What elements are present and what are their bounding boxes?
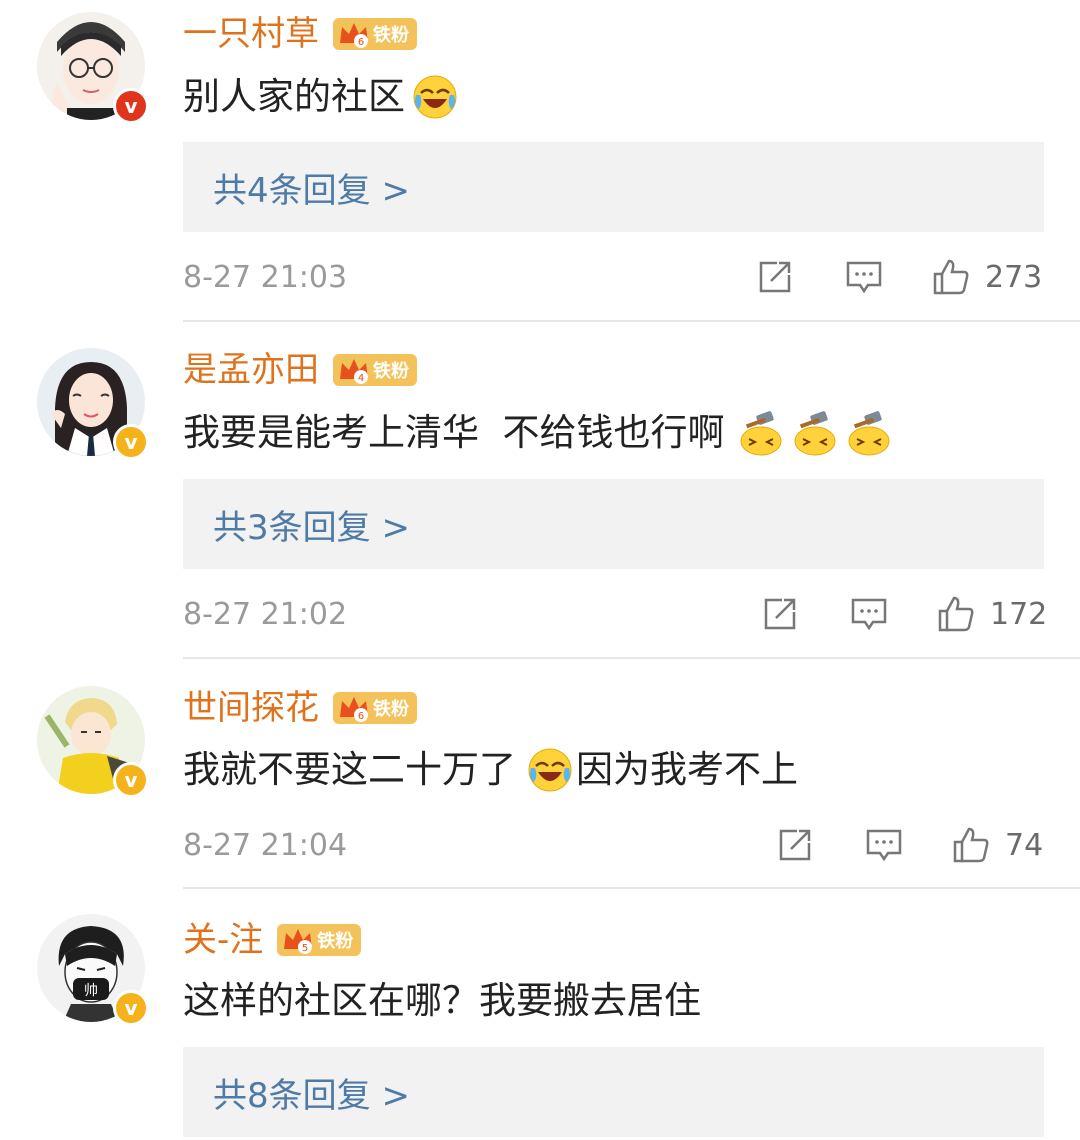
laugh-cry-emoji: [528, 748, 572, 792]
replies-box[interactable]: 共8条回复 >: [183, 1047, 1044, 1137]
hammer-emoji: [740, 411, 782, 456]
replies-box[interactable]: 共4条回复 >: [183, 142, 1044, 232]
divider: [183, 887, 1080, 889]
like-count: 273: [985, 259, 1043, 295]
crown-icon: 6: [340, 697, 368, 722]
comment-icon: [851, 598, 887, 631]
timestamp: 8-27 21:04: [183, 828, 348, 863]
verified-badge-icon: v: [113, 990, 149, 1026]
fan-badge: 6 铁粉: [333, 18, 417, 50]
comment-meta: 8-27 21:04 74: [183, 820, 1044, 870]
fan-badge-label: 铁粉: [317, 931, 354, 952]
fan-badge: 5 铁粉: [277, 924, 362, 956]
share-icon: [759, 261, 791, 293]
comment-text: 别人家的社区: [183, 72, 459, 122]
comment-icon: [866, 829, 902, 862]
crown-icon: 6: [340, 23, 368, 48]
like-button[interactable]: 172: [936, 589, 1047, 639]
crown-icon: 5: [284, 929, 313, 954]
avatar[interactable]: v: [37, 686, 149, 798]
avatar[interactable]: 帅 v: [37, 914, 149, 1026]
like-button[interactable]: 74: [951, 820, 1043, 870]
comment-button[interactable]: [844, 252, 884, 302]
username[interactable]: 一只村草: [183, 12, 319, 56]
username[interactable]: 关-注: [183, 918, 263, 962]
laugh-cry-emoji: [413, 75, 457, 119]
thumbs-up-icon: [933, 259, 969, 295]
comment-icon: [846, 261, 882, 294]
comment-text: 这样的社区在哪？我要搬去居住: [183, 976, 701, 1026]
share-icon: [764, 598, 796, 630]
fan-badge: 6 铁粉: [333, 692, 417, 724]
verified-badge-icon: v: [113, 762, 149, 798]
share-button[interactable]: [775, 820, 815, 870]
comment-text-trailing: 因为我考不上: [576, 748, 798, 791]
comment-text-body: 我就不要这二十万了: [183, 748, 516, 791]
timestamp: 8-27 21:03: [183, 260, 348, 295]
like-button[interactable]: 273: [931, 252, 1042, 302]
hammer-emoji: [848, 411, 890, 456]
fan-level: 6: [358, 711, 364, 722]
view-replies-link[interactable]: 共4条回复 >: [213, 163, 410, 212]
comment-text-body: 我要是能考上清华 不给钱也行啊: [183, 411, 725, 454]
divider: [183, 320, 1080, 322]
comment-text: 我要是能考上清华 不给钱也行啊: [183, 408, 893, 458]
verified-badge-icon: v: [113, 424, 149, 460]
comment-text-body: 这样的社区在哪？我要搬去居住: [183, 979, 701, 1022]
fan-badge-label: 铁粉: [373, 25, 409, 46]
username[interactable]: 是孟亦田: [183, 348, 319, 392]
crown-icon: 4: [340, 359, 368, 384]
avatar[interactable]: v: [37, 12, 149, 124]
comment-button[interactable]: [849, 589, 889, 639]
fan-badge: 4 铁粉: [333, 354, 417, 386]
share-icon: [779, 829, 811, 861]
view-replies-link[interactable]: 共3条回复 >: [213, 500, 410, 549]
avatar[interactable]: v: [37, 348, 149, 460]
comment-text-body: 别人家的社区: [183, 75, 405, 118]
divider: [183, 657, 1080, 659]
thumbs-up-icon: [938, 596, 974, 632]
fan-level: 6: [358, 37, 364, 48]
share-button[interactable]: [760, 589, 800, 639]
fan-badge-label: 铁粉: [373, 699, 409, 720]
fan-badge-label: 铁粉: [373, 361, 409, 382]
thumbs-up-icon: [953, 827, 989, 863]
comment-button[interactable]: [864, 820, 904, 870]
username[interactable]: 世间探花: [183, 686, 319, 730]
comment-text: 我就不要这二十万了 因为我考不上: [183, 745, 798, 795]
replies-box[interactable]: 共3条回复 >: [183, 479, 1044, 569]
fan-level: 4: [358, 373, 364, 384]
svg-text:帅: 帅: [84, 983, 98, 999]
timestamp: 8-27 21:02: [183, 597, 348, 632]
share-button[interactable]: [755, 252, 795, 302]
view-replies-link[interactable]: 共8条回复 >: [213, 1068, 410, 1117]
like-count: 172: [990, 596, 1048, 632]
comment-meta: 8-27 21:03 273: [183, 252, 1044, 302]
fan-level: 5: [302, 943, 308, 954]
like-count: 74: [1005, 827, 1044, 863]
verified-badge-icon: v: [113, 88, 149, 124]
hammer-emoji: [794, 411, 836, 456]
comment-meta: 8-27 21:02 172: [183, 589, 1047, 639]
